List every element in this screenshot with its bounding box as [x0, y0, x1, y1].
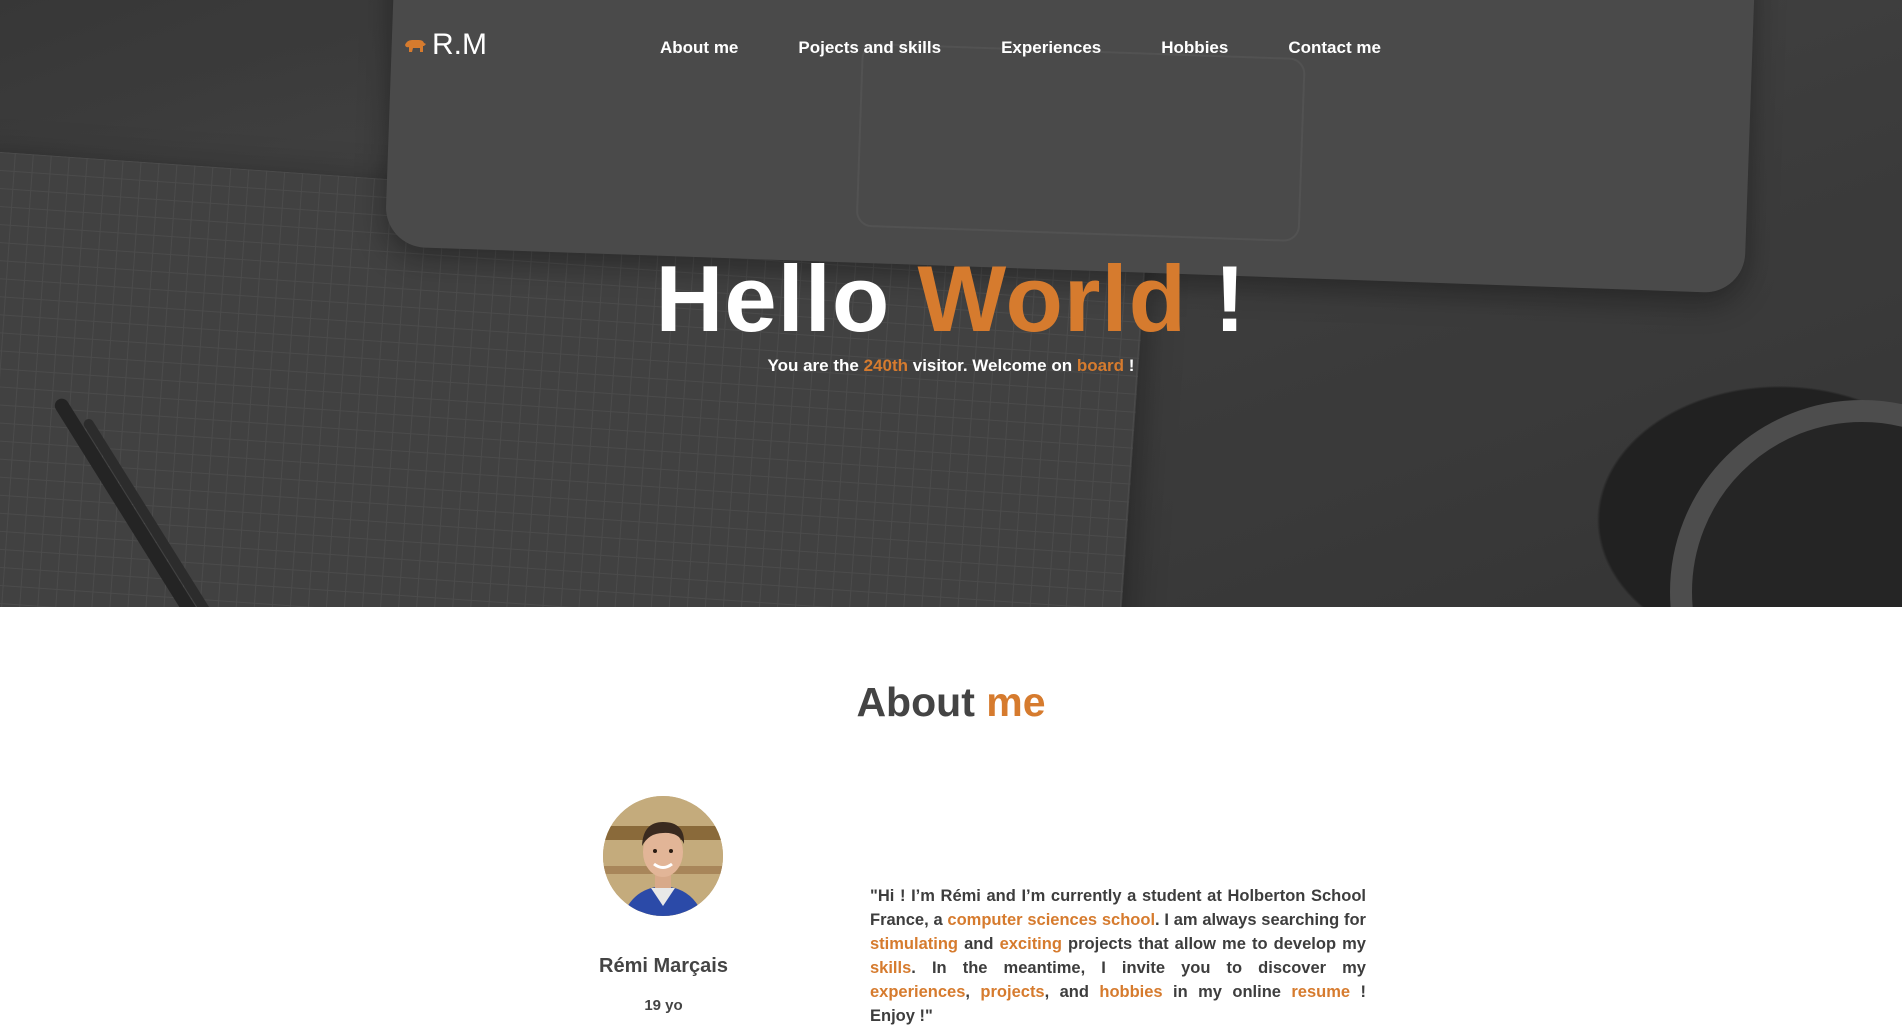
bio-link-computer-sciences-school[interactable]: computer sciences school — [947, 911, 1155, 929]
avatar — [603, 796, 723, 916]
visitor-text-3: ! — [1128, 356, 1135, 375]
nav-link-projects-skills[interactable]: Pojects and skills — [798, 38, 941, 58]
profile-name: Rémi Marçais — [599, 955, 728, 977]
bio-link-experiences[interactable]: experiences — [870, 983, 965, 1001]
bio-paragraph: "Hi ! I’m Rémi and I’m currently a stude… — [870, 884, 1366, 1028]
profile-age: 19 yo — [644, 997, 683, 1014]
bear-icon — [405, 40, 426, 52]
hero-title-world: World — [917, 246, 1188, 351]
visitor-text-1: You are the — [767, 356, 859, 375]
about-title-about: About — [856, 679, 975, 725]
visitor-text-board: board — [1076, 356, 1125, 375]
bio-text: in my online — [1173, 983, 1281, 1001]
visitor-message: You are the 240th visitor. Welcome on bo… — [0, 356, 1902, 376]
site-logo[interactable]: R.M — [404, 28, 487, 62]
hero-title-exclamation: ! — [1214, 246, 1247, 351]
bio-highlight-exciting: exciting — [999, 935, 1062, 953]
nav-link-experiences[interactable]: Experiences — [1001, 38, 1101, 58]
nav-link-contact-me[interactable]: Contact me — [1288, 38, 1381, 58]
bio-highlight-stimulating: stimulating — [870, 935, 959, 953]
bio-text: projects that allow me to develop my — [1068, 935, 1366, 953]
bio-link-resume[interactable]: resume — [1291, 983, 1350, 1001]
hero-section: R.M About me Pojects and skills Experien… — [0, 0, 1902, 607]
nav-links: About me Pojects and skills Experiences … — [660, 38, 1381, 58]
visitor-count: 240th — [863, 356, 909, 375]
about-section: About me Rémi Marçais 19 yo "Hi ! I’m Ré… — [0, 607, 1902, 1025]
about-title-me: me — [986, 679, 1046, 725]
nav-link-about-me[interactable]: About me — [660, 38, 738, 58]
nav-link-hobbies[interactable]: Hobbies — [1161, 38, 1228, 58]
about-title: About me — [0, 679, 1902, 726]
person-photo-icon — [603, 796, 723, 916]
bio-text: . In the meantime, I invite you to disco… — [911, 959, 1366, 977]
hero-title: Hello World ! — [0, 245, 1902, 353]
bio-link-skills[interactable]: skills — [870, 959, 911, 977]
visitor-text-2: visitor. Welcome on — [912, 356, 1073, 375]
logo-text: R.M — [432, 28, 487, 61]
top-navbar: R.M About me Pojects and skills Experien… — [0, 0, 1902, 96]
bio-link-hobbies[interactable]: hobbies — [1099, 983, 1162, 1001]
bio-text: , and — [1044, 983, 1089, 1001]
bio-text: . I am always searching for — [1155, 911, 1366, 929]
hero-title-hello: Hello — [655, 246, 891, 351]
bio-link-projects[interactable]: projects — [980, 983, 1044, 1001]
bio-text: and — [964, 935, 994, 953]
bio-text: , — [965, 983, 970, 1001]
